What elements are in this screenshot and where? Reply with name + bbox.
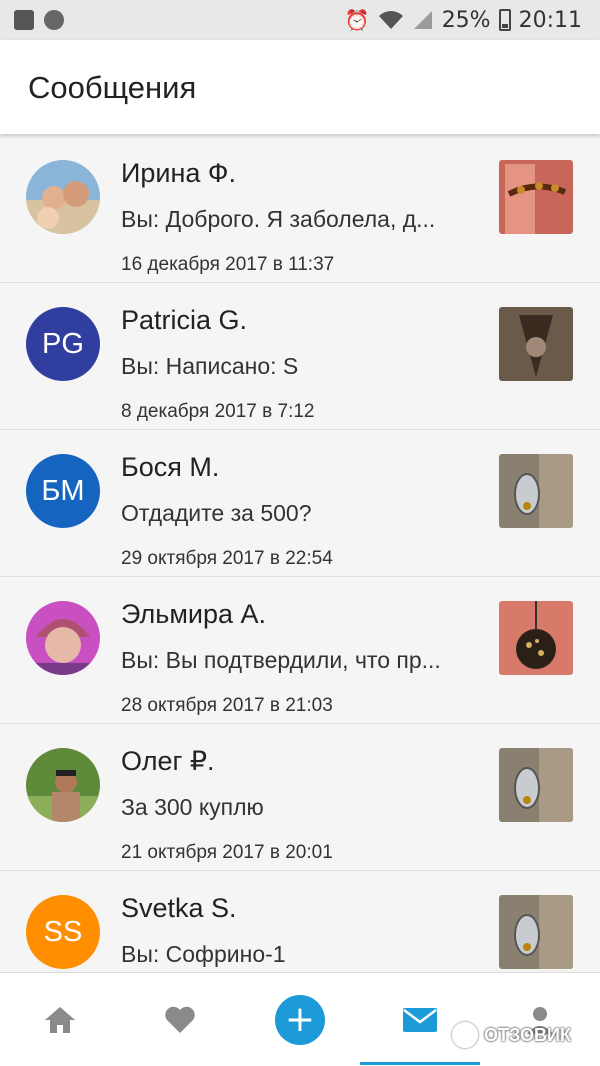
page-title: Сообщения [28,70,197,105]
avatar[interactable]: SS [26,895,100,969]
message-preview: Вы: Написано: S [121,353,299,379]
watermark-text: ОТЗОВИК [484,1024,571,1045]
avatar[interactable]: PG [26,307,100,381]
item-thumbnail[interactable] [499,454,573,528]
plus-icon[interactable]: + [275,995,325,1045]
message-date: 28 октября 2017 в 21:03 [121,695,333,716]
watermark-logo-icon [452,1022,478,1048]
message-date: 21 октября 2017 в 20:01 [121,842,333,863]
clock: 20:11 [518,7,582,33]
nav-add[interactable]: + [240,973,360,1066]
message-preview: Вы: Софрино-1 [121,941,286,967]
heart-icon[interactable] [163,1005,197,1035]
message-date: 8 декабря 2017 в 7:12 [121,401,315,422]
bottom-nav: + [0,972,600,1066]
message-date: 29 октября 2017 в 22:54 [121,548,333,569]
shield-icon [44,10,64,30]
item-thumbnail[interactable] [499,601,573,675]
item-thumbnail[interactable] [499,307,573,381]
status-right: ⏰ 25% 20:11 [345,0,582,40]
nav-home[interactable] [0,973,120,1066]
message-preview: Отдадите за 500? [121,500,312,526]
item-thumbnail[interactable] [499,748,573,822]
nav-messages[interactable] [360,973,480,1066]
wifi-icon [378,11,403,29]
nav-favorites[interactable] [120,973,240,1066]
contact-name: Олег ₽. [121,746,215,776]
message-preview: Вы: Вы подтвердили, что пр... [121,647,441,673]
app-header: Сообщения [0,40,600,134]
contact-name: Patricia G. [121,305,248,335]
status-bar: ⏰ 25% 20:11 [0,0,600,40]
item-thumbnail[interactable] [499,895,573,969]
nav-profile[interactable] [480,973,600,1066]
conversation-row[interactable]: SS Svetka S. Вы: Софрино-1 [0,871,600,970]
home-icon[interactable] [43,1005,77,1035]
message-preview: Вы: Доброго. Я заболела, д... [121,206,436,232]
contact-name: Бося М. [121,452,220,482]
contact-name: Эльмира А. [121,599,267,629]
signal-icon [413,11,432,29]
message-date: 16 декабря 2017 в 11:37 [121,254,335,275]
avatar[interactable] [26,748,100,822]
mail-icon[interactable] [402,1007,438,1033]
conversation-row[interactable]: PG Patricia G. Вы: Написано: S 8 декабря… [0,283,600,430]
contact-name: Ирина Ф. [121,158,236,188]
conversation-row[interactable]: Ирина Ф. Вы: Доброго. Я заболела, д... 1… [0,136,600,283]
conversation-row[interactable]: Эльмира А. Вы: Вы подтвердили, что пр...… [0,577,600,724]
conversation-row[interactable]: Олег ₽. За 300 куплю 21 октября 2017 в 2… [0,724,600,871]
conversation-list[interactable]: Ирина Ф. Вы: Доброго. Я заболела, д... 1… [0,136,600,970]
avatar[interactable] [26,601,100,675]
image-icon [14,10,34,30]
item-thumbnail[interactable] [499,160,573,234]
conversation-row[interactable]: БМ Бося М. Отдадите за 500? 29 октября 2… [0,430,600,577]
battery-percent: 25% [441,7,491,33]
avatar[interactable] [26,160,100,234]
alarm-icon: ⏰ [344,9,370,32]
battery-icon [498,9,511,31]
avatar[interactable]: БМ [26,454,100,528]
contact-name: Svetka S. [121,893,237,923]
message-preview: За 300 куплю [121,794,264,820]
watermark: ОТЗОВИК [452,1022,571,1048]
